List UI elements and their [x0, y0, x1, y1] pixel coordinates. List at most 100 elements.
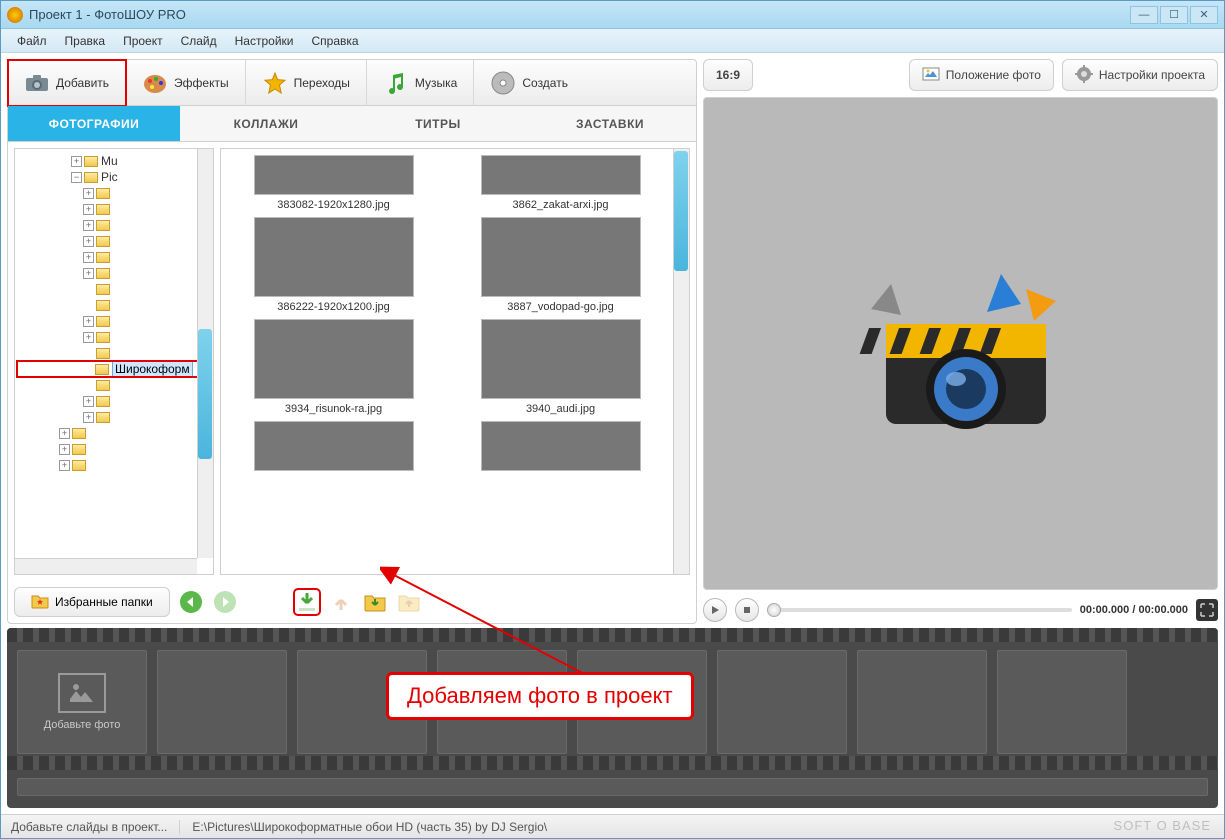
thumb-item[interactable]: 383082-1920x1280.jpg [244, 155, 424, 211]
right-panel: 16:9 Положение фото Настройки проекта [703, 59, 1218, 624]
remove-from-project-button[interactable] [328, 589, 354, 615]
app-icon [7, 7, 23, 23]
tab-intros[interactable]: ЗАСТАВКИ [524, 106, 696, 141]
menubar: Файл Правка Проект Слайд Настройки Справ… [1, 29, 1224, 53]
thumb-item[interactable]: 386222-1920x1200.jpg [244, 217, 424, 313]
watermark: SOFT O BASE [1114, 818, 1211, 833]
menu-settings[interactable]: Настройки [227, 31, 302, 51]
thumb-item[interactable]: 3887_vodopad-go.jpg [471, 217, 651, 313]
add-button[interactable]: Добавить [8, 60, 126, 106]
star-folder-icon [31, 593, 49, 612]
tree-scrollbar-v[interactable] [197, 149, 213, 558]
thumbs-scrollbar[interactable] [673, 149, 689, 574]
nav-forward-button[interactable] [212, 589, 238, 615]
timeline-add-label: Добавьте фото [44, 719, 121, 731]
folder-tree[interactable]: +Mu −Pic + + + + + + + [14, 148, 214, 575]
thumb-caption: 3887_vodopad-go.jpg [507, 301, 613, 313]
transitions-button-label: Переходы [294, 76, 350, 90]
project-settings-label: Настройки проекта [1099, 68, 1205, 82]
menu-edit[interactable]: Правка [57, 31, 114, 51]
close-button[interactable]: ✕ [1190, 6, 1218, 24]
project-settings-button[interactable]: Настройки проекта [1062, 59, 1218, 91]
bottom-toolbar: Избранные папки [8, 581, 696, 623]
timeline-add-slot[interactable]: Добавьте фото [17, 650, 147, 754]
time-display: 00:00.000 / 00:00.000 [1080, 604, 1188, 616]
folder-selected[interactable]: Широкоформ [17, 361, 211, 377]
sub-tabs: ФОТОГРАФИИ КОЛЛАЖИ ТИТРЫ ЗАСТАВКИ [8, 106, 696, 142]
effects-button[interactable]: Эффекты [126, 60, 246, 106]
timeline-slot[interactable] [997, 650, 1127, 754]
thumb-item[interactable] [244, 421, 424, 471]
thumb-image [481, 319, 641, 399]
transport-bar: 00:00.000 / 00:00.000 [703, 596, 1218, 624]
timeline-slot[interactable] [157, 650, 287, 754]
transitions-button[interactable]: Переходы [246, 60, 367, 106]
add-all-button[interactable] [362, 589, 388, 615]
menu-slide[interactable]: Слайд [173, 31, 225, 51]
photo-position-button[interactable]: Положение фото [909, 59, 1054, 91]
thumb-image [254, 155, 414, 195]
create-button-label: Создать [522, 76, 568, 90]
music-button[interactable]: Музыка [367, 60, 474, 106]
audio-track[interactable] [17, 778, 1208, 796]
photo-position-icon [922, 67, 940, 84]
thumb-item[interactable]: 3934_risunok-ra.jpg [244, 319, 424, 415]
aspect-ratio-label: 16:9 [716, 68, 740, 82]
disc-icon [490, 70, 516, 96]
favorite-folders-button[interactable]: Избранные папки [14, 587, 170, 617]
gear-icon [1075, 65, 1093, 86]
tab-titles[interactable]: ТИТРЫ [352, 106, 524, 141]
thumb-image [481, 421, 641, 471]
thumb-item[interactable]: 3862_zakat-arxi.jpg [471, 155, 651, 211]
add-button-label: Добавить [56, 76, 109, 90]
favorite-folders-label: Избранные папки [55, 595, 153, 609]
palette-icon [142, 70, 168, 96]
minimize-button[interactable]: — [1130, 6, 1158, 24]
menu-file[interactable]: Файл [9, 31, 55, 51]
annotation-callout: Добавляем фото в проект [386, 672, 694, 720]
fullscreen-button[interactable] [1196, 599, 1218, 621]
thumb-image [254, 217, 414, 297]
thumb-image [254, 421, 414, 471]
play-button[interactable] [703, 598, 727, 622]
seek-bar[interactable] [767, 608, 1072, 612]
aspect-ratio-button[interactable]: 16:9 [703, 59, 753, 91]
effects-button-label: Эффекты [174, 76, 229, 90]
thumb-caption: 3940_audi.jpg [526, 403, 595, 415]
left-panel: Добавить Эффекты Переходы Музыка [7, 59, 697, 624]
thumb-item[interactable]: 3940_audi.jpg [471, 319, 651, 415]
music-button-label: Музыка [415, 76, 457, 90]
thumb-caption: 3862_zakat-arxi.jpg [512, 199, 608, 211]
thumb-item[interactable] [471, 421, 651, 471]
nav-back-button[interactable] [178, 589, 204, 615]
window-title: Проект 1 - ФотоШОУ PRO [29, 7, 1130, 22]
thumbnail-grid: 383082-1920x1280.jpg 3862_zakat-arxi.jpg… [220, 148, 690, 575]
timeline-slot[interactable] [717, 650, 847, 754]
menu-project[interactable]: Проект [115, 31, 171, 51]
thumb-image [481, 217, 641, 297]
preview-placeholder-icon [831, 244, 1091, 444]
add-to-project-button[interactable] [294, 589, 320, 615]
thumb-caption: 386222-1920x1200.jpg [277, 301, 390, 313]
menu-help[interactable]: Справка [303, 31, 366, 51]
tab-collages[interactable]: КОЛЛАЖИ [180, 106, 352, 141]
stop-button[interactable] [735, 598, 759, 622]
titlebar: Проект 1 - ФотоШОУ PRO — ☐ ✕ [1, 1, 1224, 29]
image-placeholder-icon [58, 673, 106, 713]
statusbar: Добавьте слайды в проект... E:\Pictures\… [1, 814, 1224, 838]
tab-photos[interactable]: ФОТОГРАФИИ [8, 106, 180, 141]
tree-scrollbar-h[interactable] [15, 558, 197, 574]
status-path: E:\Pictures\Широкоформатные обои HD (час… [192, 820, 547, 834]
main-toolbar: Добавить Эффекты Переходы Музыка [8, 60, 696, 106]
remove-all-button[interactable] [396, 589, 422, 615]
folder-selected-label: Широкоформ [112, 361, 193, 377]
timeline-slot[interactable] [857, 650, 987, 754]
music-note-icon [383, 70, 409, 96]
create-button[interactable]: Создать [474, 60, 584, 106]
thumb-image [481, 155, 641, 195]
seek-knob[interactable] [767, 603, 781, 617]
camera-add-icon [24, 70, 50, 96]
thumb-image [254, 319, 414, 399]
maximize-button[interactable]: ☐ [1160, 6, 1188, 24]
status-hint: Добавьте слайды в проект... [11, 820, 167, 834]
